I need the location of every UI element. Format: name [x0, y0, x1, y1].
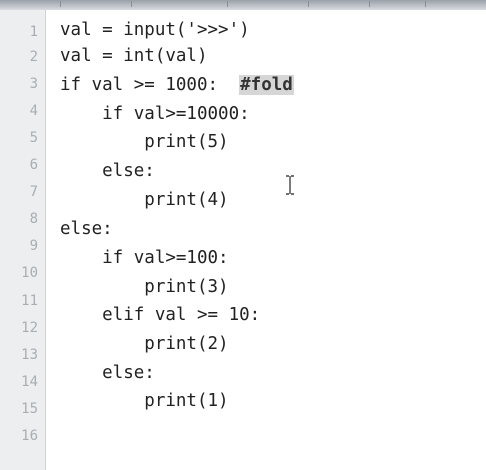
line-number: 5: [29, 130, 38, 146]
code-line[interactable]: if val>=10000:: [60, 102, 250, 126]
line-number: 15: [21, 401, 38, 417]
line-number: 16: [21, 428, 38, 444]
line-number-gutter: 1 2 3 4 5 6 7 8 9 10 11 12 13 14 15 16: [0, 10, 46, 470]
code-line[interactable]: if val>=100:: [60, 246, 228, 270]
line-number: 1: [29, 24, 38, 40]
code-line[interactable]: val = input('>>>'): [60, 18, 250, 42]
code-text-area[interactable]: val = input('>>>') val = int(val) if val…: [46, 10, 486, 470]
code-line[interactable]: val = int(val): [60, 44, 208, 68]
code-line[interactable]: elif val >= 10:: [60, 303, 260, 327]
line-number: 13: [21, 347, 38, 363]
fold-comment: #fold: [239, 75, 294, 95]
code-line[interactable]: else:: [60, 361, 155, 385]
code-line[interactable]: else:: [60, 159, 155, 183]
line-number: 12: [21, 320, 38, 336]
text-cursor-icon: [286, 175, 294, 195]
code-line[interactable]: print(3): [60, 275, 228, 299]
code-line[interactable]: print(4): [60, 188, 228, 212]
line-number: 8: [29, 211, 38, 227]
line-number: 2: [29, 49, 38, 65]
line-number: 11: [21, 293, 38, 309]
line-number: 3: [29, 76, 38, 92]
code-line[interactable]: print(1): [60, 389, 228, 413]
line-number: 10: [21, 265, 38, 281]
toolbar-segment: [370, 1, 426, 7]
code-line[interactable]: else:: [60, 217, 113, 241]
toolbar-segment: [0, 1, 61, 7]
toolbar-segment: [61, 1, 132, 7]
toolbar-segment: [228, 1, 309, 7]
toolbar-segment: [132, 1, 228, 7]
code-line[interactable]: if val >= 1000: #fold: [60, 73, 294, 97]
line-number: 9: [29, 238, 38, 254]
code-editor-window: 1 2 3 4 5 6 7 8 9 10 11 12 13 14 15 16 v…: [0, 0, 486, 470]
line-number: 6: [29, 157, 38, 173]
code-line[interactable]: print(2): [60, 332, 228, 356]
line-number: 14: [21, 374, 38, 390]
code-text: if val >= 1000:: [60, 75, 240, 95]
code-line[interactable]: print(5): [60, 130, 228, 154]
line-number: 7: [29, 184, 38, 200]
toolbar-segment: [309, 1, 370, 7]
toolbar-segment: [426, 1, 486, 7]
line-number: 4: [29, 103, 38, 119]
